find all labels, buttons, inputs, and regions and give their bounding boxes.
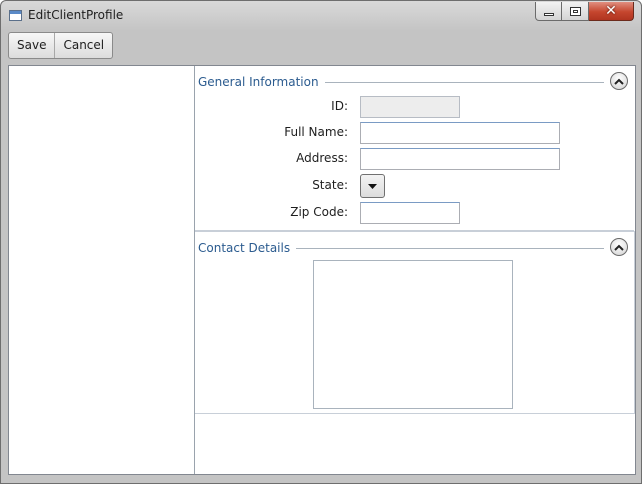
right-pane: General Information ID: Full Name: Addre… [195, 66, 635, 474]
maximize-button[interactable] [562, 2, 589, 21]
close-button[interactable]: ✕ [589, 2, 634, 21]
general-information-section: General Information ID: Full Name: Addre… [195, 66, 634, 231]
contact-details-section: Contact Details [195, 231, 635, 414]
close-icon: ✕ [605, 3, 617, 19]
state-dropdown[interactable] [360, 174, 385, 198]
id-label: ID: [331, 99, 348, 113]
full-name-row: Full Name: [195, 122, 634, 144]
chevron-up-icon [614, 244, 624, 251]
id-field[interactable] [360, 96, 460, 118]
maximize-icon [570, 7, 581, 16]
section-title: General Information [198, 75, 325, 89]
left-pane [9, 66, 195, 474]
full-name-field[interactable] [360, 122, 560, 144]
client-area: General Information ID: Full Name: Addre… [8, 65, 636, 475]
edit-client-profile-window: EditClientProfile ✕ Save Cancel General … [0, 0, 642, 484]
title-bar[interactable]: EditClientProfile ✕ [1, 1, 641, 31]
cancel-button[interactable]: Cancel [54, 33, 112, 58]
state-label: State: [312, 178, 348, 192]
save-button[interactable]: Save [9, 33, 54, 58]
minimize-button[interactable] [535, 2, 562, 21]
general-information-header: General Information [195, 66, 634, 94]
full-name-label: Full Name: [284, 125, 348, 139]
id-row: ID: [195, 96, 634, 118]
collapse-general-button[interactable] [610, 72, 628, 90]
contact-details-list[interactable] [313, 260, 513, 409]
zip-code-field[interactable] [360, 202, 460, 224]
minimize-icon [544, 13, 554, 16]
toolbar: Save Cancel [8, 32, 114, 59]
address-row: Address: [195, 148, 634, 170]
caption-buttons: ✕ [535, 2, 634, 22]
contact-details-header: Contact Details [195, 232, 634, 260]
state-row: State: [195, 174, 634, 198]
address-field[interactable] [360, 148, 560, 170]
zip-code-label: Zip Code: [290, 205, 348, 219]
window-title: EditClientProfile [28, 8, 124, 22]
dropdown-arrow-icon [368, 183, 377, 189]
section-title: Contact Details [198, 241, 297, 255]
window-icon [9, 10, 22, 21]
zip-code-row: Zip Code: [195, 202, 634, 224]
chevron-up-icon [614, 78, 624, 85]
address-label: Address: [296, 151, 348, 165]
collapse-contact-button[interactable] [610, 238, 628, 256]
